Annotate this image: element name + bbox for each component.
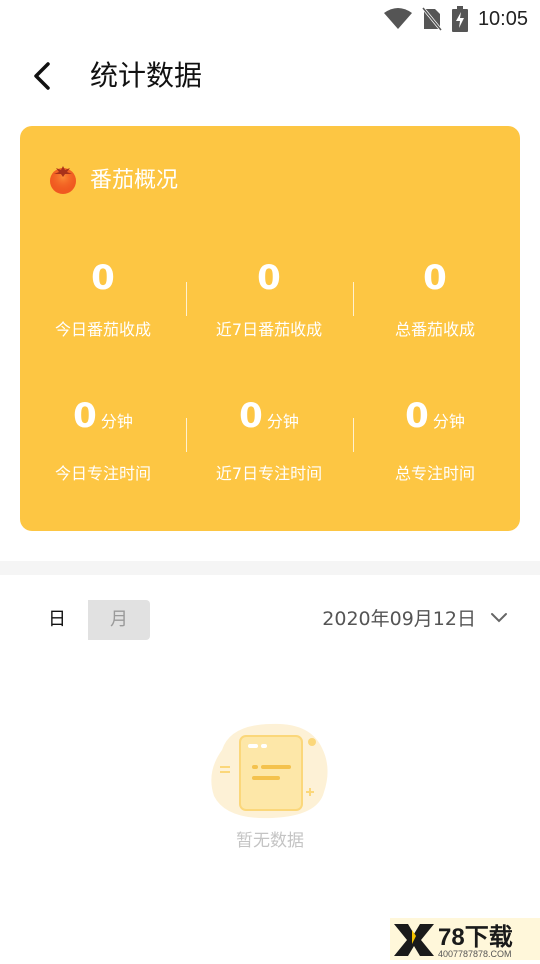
section-divider [0, 561, 540, 575]
stat-unit: 分钟 [266, 412, 299, 431]
svg-text:78下载: 78下载 [438, 924, 513, 951]
battery-charging-icon [451, 6, 468, 32]
week-harvest-stat: 0 近7日番茄收成 [186, 256, 352, 340]
header: 统计数据 [0, 44, 540, 108]
stat-label: 今日专注时间 [54, 464, 151, 483]
divider [353, 418, 354, 452]
date-selector[interactable]: 2020年09月12日 [322, 604, 508, 631]
stat-label: 总专注时间 [394, 464, 475, 483]
svg-text:4007787878.COM: 4007787878.COM [438, 949, 512, 959]
focus-stats-row: 0 分钟 今日专注时间 0 分钟 近7日专注时间 0 分钟 总专注时间 [20, 394, 520, 484]
period-toggle: 日 月 [26, 600, 150, 640]
empty-state-text: 暂无数据 [236, 831, 304, 851]
empty-document-icon [211, 723, 328, 819]
status-time: 10:05 [477, 7, 528, 30]
watermark-logo: 78下载 4007787878.COM [390, 918, 540, 960]
wifi-icon [383, 8, 412, 29]
stat-value: 0 分钟 [239, 396, 299, 436]
total-harvest-stat: 0 总番茄收成 [352, 256, 518, 340]
back-button[interactable] [24, 56, 64, 96]
no-sim-icon [421, 7, 442, 31]
stat-label: 近7日番茄收成 [215, 320, 323, 339]
stat-value: 0 [91, 258, 115, 298]
site-watermark: 78下载 4007787878.COM [390, 918, 540, 960]
stat-value: 0 分钟 [73, 396, 133, 436]
chevron-down-icon [491, 612, 507, 622]
divider [353, 282, 354, 316]
today-harvest-stat: 0 今日番茄收成 [20, 256, 186, 340]
divider [186, 418, 187, 452]
overview-card: 番茄概况 0 今日番茄收成 0 近7日番茄收成 0 总番茄收成 0 分钟 今日专注… [20, 126, 520, 531]
selected-date: 2020年09月12日 [322, 608, 476, 630]
divider [186, 282, 187, 316]
harvest-stats-row: 0 今日番茄收成 0 近7日番茄收成 0 总番茄收成 [20, 256, 520, 340]
day-tab[interactable]: 日 [26, 600, 88, 640]
overview-title: 番茄概况 [90, 168, 179, 193]
chevron-left-icon [34, 62, 50, 90]
stat-unit: 分钟 [432, 412, 465, 431]
today-focus-stat: 0 分钟 今日专注时间 [20, 394, 186, 484]
stat-label: 总番茄收成 [394, 320, 475, 339]
stat-value: 0 [423, 258, 447, 298]
stat-value: 0 [257, 258, 281, 298]
status-bar: 10:05 [0, 0, 540, 36]
week-focus-stat: 0 分钟 近7日专注时间 [186, 394, 352, 484]
stat-label: 今日番茄收成 [54, 320, 151, 339]
stat-label: 近7日专注时间 [215, 464, 323, 483]
stat-unit: 分钟 [100, 412, 133, 431]
status-icons: 10:05 [383, 6, 528, 32]
total-focus-stat: 0 分钟 总专注时间 [352, 394, 518, 484]
month-tab[interactable]: 月 [88, 600, 150, 640]
stat-value: 0 分钟 [405, 396, 465, 436]
tomato-icon [50, 166, 76, 194]
overview-card-header: 番茄概况 [48, 162, 178, 194]
page-title: 统计数据 [90, 59, 203, 92]
